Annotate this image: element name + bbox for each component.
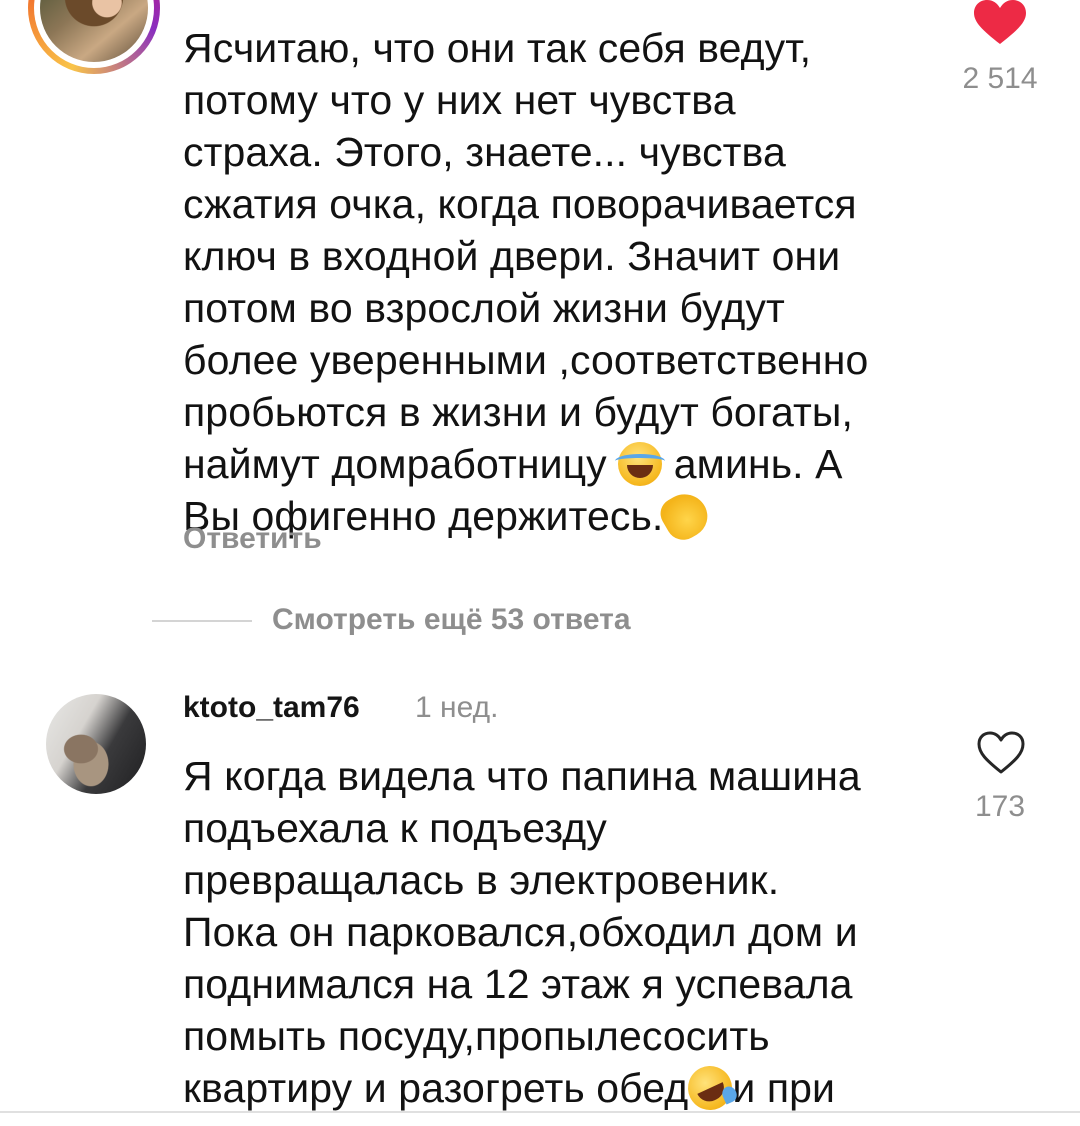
- comment-line: более уверенными ,соответственно: [183, 337, 869, 383]
- face-with-tears-of-joy-icon: [615, 442, 666, 486]
- comment-line: Ясчитаю, что они так себя ведут,: [183, 25, 812, 71]
- like-count: 173: [974, 790, 1026, 823]
- bottom-divider: [0, 1111, 1080, 1113]
- comment-line: этом меня низразу пальцем не: [183, 1114, 861, 1126]
- comment-line: Я когда видела что папина машина: [183, 753, 861, 799]
- comment-line: ключ в входной двери. Значит они: [183, 233, 841, 279]
- heart-filled-icon[interactable]: [972, 0, 1028, 46]
- comment-line: страха. Этого, знаете... чувства: [183, 129, 786, 175]
- comment-line: потому что у них нет чувства: [183, 77, 736, 123]
- timestamp: 1 нед.: [415, 691, 499, 724]
- comment-line: подъехала к подъезду: [183, 805, 607, 851]
- replies-divider: [152, 620, 252, 622]
- comment-line-part: квартиру и разогреть обед: [183, 1065, 689, 1111]
- story-ring-avatar[interactable]: [28, 0, 160, 74]
- comment-line: наймут домработницу аминь. А: [183, 438, 868, 490]
- reply-button[interactable]: Ответить: [183, 522, 322, 556]
- comment-text: Ясчитаю, что они так себя ведут, потому …: [183, 22, 869, 547]
- comment-line: пробьются в жизни и будут богаты,: [183, 389, 853, 435]
- comment-line: помыть посуду,пропылесосить: [183, 1013, 770, 1059]
- comment-line: Пока он парковался,обходил дом и: [183, 909, 858, 955]
- like-count: 2 514: [962, 62, 1038, 95]
- heart-outline-icon[interactable]: [976, 730, 1026, 776]
- comments-screen: Ясчитаю, что они так себя ведут, потому …: [0, 0, 1080, 1126]
- rolling-on-the-floor-laughing-icon: [681, 1058, 740, 1118]
- clapping-hands-icon: [655, 485, 716, 547]
- avatar[interactable]: [46, 694, 146, 794]
- comment-line-part: наймут домработницу: [183, 441, 607, 487]
- comment-line: поднимался на 12 этаж я успевала: [183, 961, 853, 1007]
- comment-line-part: аминь. А: [673, 441, 843, 487]
- username[interactable]: ktoto_tam76: [183, 691, 360, 725]
- comment-line: потом во взрослой жизни будут: [183, 285, 785, 331]
- comment-line: квартиру и разогреть обед и при: [183, 1058, 861, 1118]
- comment-line: сжатия очка, когда поворачивается: [183, 181, 857, 227]
- comment-text: Я когда видела что папина машина подъеха…: [183, 750, 861, 1126]
- view-more-replies-button[interactable]: Смотреть ещё 53 ответа: [272, 603, 631, 637]
- comment-line: превращалась в электровеник.: [183, 857, 780, 903]
- comment-line-part: и при: [732, 1065, 836, 1111]
